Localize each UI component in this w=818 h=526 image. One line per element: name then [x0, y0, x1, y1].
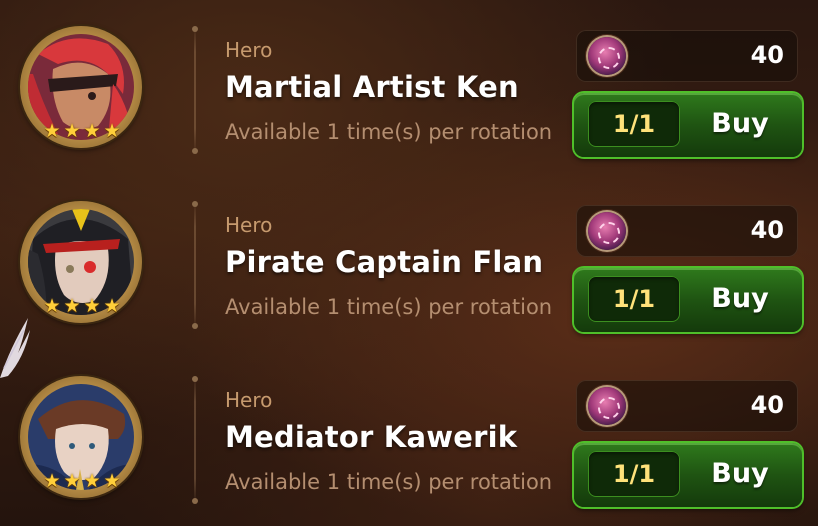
item-name: Pirate Captain Flan	[225, 245, 544, 279]
star-icon: ★	[103, 295, 121, 317]
star-rating: ★ ★ ★ ★	[42, 122, 122, 144]
star-icon: ★	[83, 470, 101, 492]
star-icon: ★	[63, 120, 81, 142]
buy-button[interactable]: 1/1 Buy	[574, 93, 802, 157]
item-category: Hero	[225, 388, 273, 412]
item-availability: Available 1 time(s) per rotation	[225, 120, 553, 144]
item-category: Hero	[225, 213, 273, 237]
star-icon: ★	[63, 295, 81, 317]
shop-item-row: ★ ★ ★ ★ Hero Mediator Kawerik Available …	[0, 350, 818, 525]
item-availability: Available 1 time(s) per rotation	[225, 295, 553, 319]
shop-item-row: ★ ★ ★ ★ Hero Pirate Captain Flan Availab…	[0, 175, 818, 350]
item-name: Martial Artist Ken	[225, 70, 519, 104]
buy-label: Buy	[711, 108, 769, 139]
divider-dot	[192, 201, 198, 207]
wing-feather-icon	[0, 318, 30, 378]
star-icon: ★	[83, 295, 101, 317]
buy-label: Buy	[711, 283, 769, 314]
star-icon: ★	[103, 470, 121, 492]
stock-counter: 1/1	[588, 451, 680, 497]
star-icon: ★	[43, 120, 61, 142]
star-icon: ★	[43, 295, 61, 317]
star-icon: ★	[83, 120, 101, 142]
divider-dot	[192, 498, 198, 504]
item-name: Mediator Kawerik	[225, 420, 518, 454]
hero-avatar[interactable]: ★ ★ ★ ★	[20, 26, 142, 148]
divider-dot	[192, 323, 198, 329]
star-rating: ★ ★ ★ ★	[42, 297, 122, 319]
shop-item-row: ★ ★ ★ ★ Hero Martial Artist Ken Availabl…	[0, 0, 818, 175]
hero-avatar[interactable]: ★ ★ ★ ★	[20, 201, 142, 323]
divider-dot	[192, 376, 198, 382]
price-value: 40	[750, 216, 784, 244]
item-availability: Available 1 time(s) per rotation	[225, 470, 553, 494]
gem-coin-icon	[588, 387, 626, 425]
price-box: 40	[576, 380, 798, 432]
star-icon: ★	[63, 470, 81, 492]
item-category: Hero	[225, 38, 273, 62]
divider	[192, 376, 198, 504]
divider	[192, 26, 198, 154]
buy-label: Buy	[711, 458, 769, 489]
gem-coin-icon	[588, 212, 626, 250]
star-rating: ★ ★ ★ ★	[42, 472, 122, 494]
divider-dot	[192, 26, 198, 32]
buy-button[interactable]: 1/1 Buy	[574, 268, 802, 332]
stock-counter: 1/1	[588, 276, 680, 322]
divider	[192, 201, 198, 329]
price-box: 40	[576, 30, 798, 82]
star-icon: ★	[103, 120, 121, 142]
hero-avatar[interactable]: ★ ★ ★ ★	[20, 376, 142, 498]
buy-button[interactable]: 1/1 Buy	[574, 443, 802, 507]
star-icon: ★	[43, 470, 61, 492]
divider-dot	[192, 148, 198, 154]
stock-counter: 1/1	[588, 101, 680, 147]
gem-coin-icon	[588, 37, 626, 75]
price-value: 40	[750, 391, 784, 419]
price-value: 40	[750, 41, 784, 69]
price-box: 40	[576, 205, 798, 257]
